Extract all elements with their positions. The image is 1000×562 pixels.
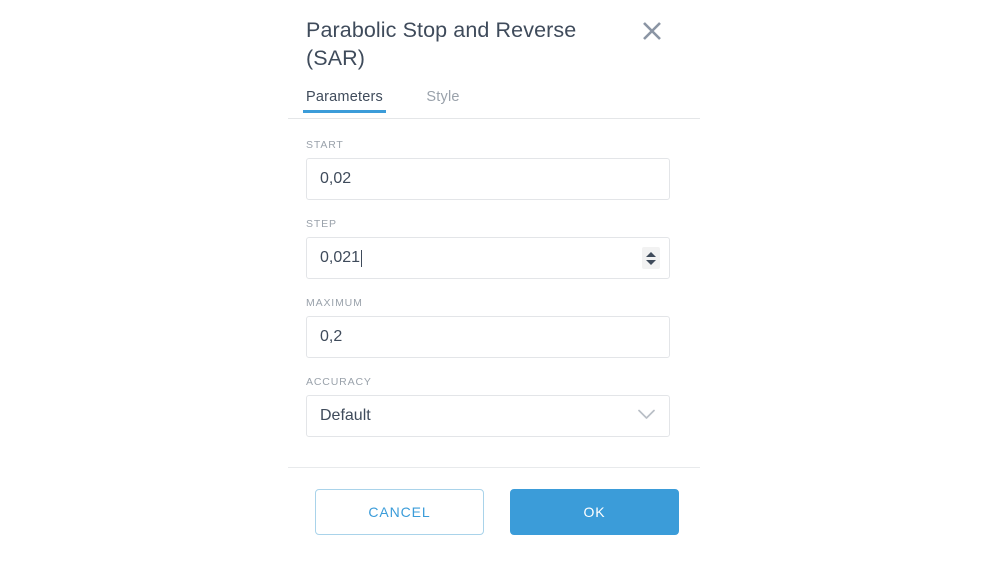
chevron-up-icon[interactable]	[646, 251, 656, 257]
text-cursor	[361, 249, 363, 267]
step-input-value: 0,021	[320, 249, 361, 266]
dialog-actions: CANCEL OK	[285, 489, 685, 535]
start-input[interactable]: 0,02	[306, 158, 670, 200]
field-step: STEP 0,021	[306, 218, 670, 279]
parameters-form: START 0,02 STEP 0,021 MAXIMUM 0,2 ACCURA…	[285, 119, 685, 437]
chevron-down-icon[interactable]	[646, 259, 656, 265]
close-icon	[641, 20, 663, 42]
field-label-accuracy: ACCURACY	[306, 376, 372, 388]
tab-bar: Parameters Style	[285, 88, 700, 119]
page-title: Parabolic Stop and Reverse (SAR)	[306, 18, 577, 70]
chevron-down-icon[interactable]	[638, 407, 655, 425]
tab-style[interactable]: Style	[423, 89, 462, 113]
ok-button[interactable]: OK	[510, 489, 679, 535]
step-stepper[interactable]	[642, 247, 660, 269]
field-start: START 0,02	[306, 139, 670, 200]
field-label-start: START	[306, 139, 344, 151]
field-maximum: MAXIMUM 0,2	[306, 297, 670, 358]
step-input[interactable]: 0,021	[306, 237, 670, 279]
cancel-button[interactable]: CANCEL	[315, 489, 484, 535]
tab-parameters[interactable]: Parameters	[303, 89, 386, 113]
accuracy-select[interactable]: Default	[306, 395, 670, 437]
close-button[interactable]	[637, 16, 667, 46]
start-input-value: 0,02	[320, 170, 352, 187]
field-label-maximum: MAXIMUM	[306, 297, 363, 309]
maximum-input-value: 0,2	[320, 328, 343, 345]
footer-divider	[288, 467, 700, 468]
maximum-input[interactable]: 0,2	[306, 316, 670, 358]
field-accuracy: ACCURACY Default	[306, 376, 670, 437]
field-label-step: STEP	[306, 218, 337, 230]
indicator-settings-dialog: Parabolic Stop and Reverse (SAR) Paramet…	[285, 0, 700, 562]
dialog-header: Parabolic Stop and Reverse (SAR)	[285, 0, 685, 72]
accuracy-select-value: Default	[320, 407, 371, 424]
